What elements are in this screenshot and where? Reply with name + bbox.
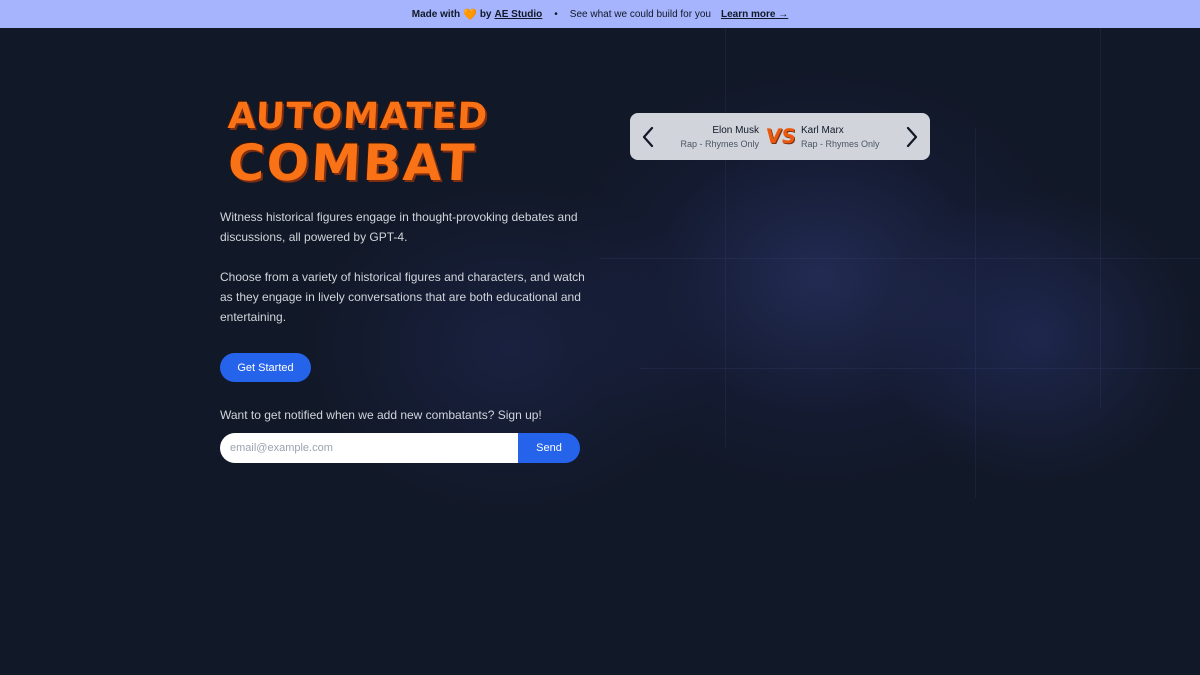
fighter-right-mode: Rap - Rhymes Only <box>801 139 880 149</box>
ae-studio-link[interactable]: AE Studio <box>494 9 542 20</box>
chevron-right-icon[interactable] <box>901 123 923 151</box>
banner-made-with: Made with <box>411 8 461 20</box>
fighter-left-name: Elon Musk <box>712 125 759 136</box>
background-decoration <box>0 28 1200 675</box>
vs-label: VS <box>764 124 798 148</box>
chevron-left-icon[interactable] <box>637 123 659 151</box>
logo-line-2: COMBAT <box>226 134 478 192</box>
top-banner: Made with 🧡 by AE Studio • See what we c… <box>0 0 1200 28</box>
send-button[interactable]: Send <box>518 433 580 463</box>
heart-icon: 🧡 <box>463 8 477 21</box>
hero-description-2: Choose from a variety of historical figu… <box>220 270 585 324</box>
logo-line-1: AUTOMATED <box>226 96 490 137</box>
get-started-button[interactable]: Get Started <box>220 353 311 382</box>
banner-tagline: See what we could build for you <box>569 8 711 20</box>
fighter-left: Elon Musk Rap - Rhymes Only <box>680 124 759 151</box>
banner-separator: • <box>554 8 558 20</box>
matchup-card: Elon Musk Rap - Rhymes Only VS Karl Marx… <box>630 113 930 160</box>
hero-description-1: Witness historical figures engage in tho… <box>220 210 578 244</box>
fighter-right: Karl Marx Rap - Rhymes Only <box>801 124 880 151</box>
signup-form: Send <box>220 433 580 463</box>
email-input[interactable] <box>220 433 518 463</box>
fighter-left-mode: Rap - Rhymes Only <box>680 139 759 149</box>
banner-by: by <box>479 8 492 20</box>
learn-more-link[interactable]: Learn more → <box>721 9 788 20</box>
signup-prompt: Want to get notified when we add new com… <box>220 408 542 422</box>
automated-combat-logo: AUTOMATED COMBAT <box>224 96 489 192</box>
fighter-right-name: Karl Marx <box>801 125 844 136</box>
